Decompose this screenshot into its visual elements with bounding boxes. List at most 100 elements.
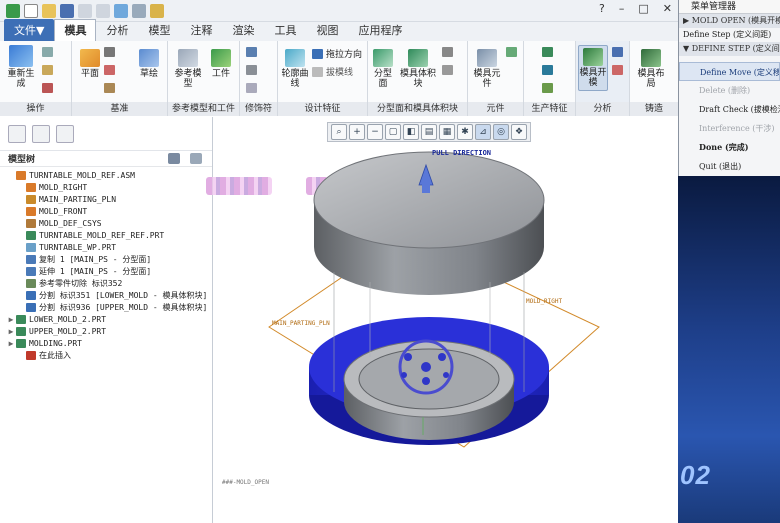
- scale-icon[interactable]: [246, 65, 257, 75]
- delete-icon[interactable]: [42, 83, 53, 93]
- tree-item[interactable]: TURNTABLE_MOLD_REF.ASM: [0, 169, 212, 181]
- axis-icon[interactable]: [104, 47, 115, 57]
- pull-direction-button[interactable]: 拖拉方向: [312, 47, 362, 60]
- tree-show-icon[interactable]: [190, 153, 202, 164]
- tree-item[interactable]: 延伸 1 [MAIN_PS - 分型面]: [0, 265, 212, 277]
- modifier-icon[interactable]: [246, 83, 257, 93]
- shrink-icon[interactable]: [246, 47, 257, 57]
- tree-expander-icon[interactable]: ▶: [6, 339, 16, 348]
- menu-define-step-header[interactable]: ▼ DEFINE STEP (定义间距): [679, 42, 780, 56]
- paste-icon[interactable]: [42, 65, 53, 75]
- tree-item[interactable]: TURNTABLE_WP.PRT: [0, 241, 212, 253]
- menu-define-step-command[interactable]: Define Step (定义间距): [679, 28, 780, 42]
- tree-item-icon: [26, 218, 36, 228]
- analysis-icon[interactable]: [612, 47, 623, 57]
- regenerate-button[interactable]: 重新生成: [6, 45, 36, 89]
- new-icon[interactable]: [24, 3, 38, 18]
- menu-mold-open[interactable]: ▶ MOLD OPEN (模具开模): [679, 14, 780, 28]
- split-icon[interactable]: [442, 47, 453, 57]
- tree-item-label: 参考零件切除 标识352: [39, 278, 123, 288]
- windows-icon[interactable]: [132, 3, 146, 18]
- tab-mold[interactable]: 模具: [54, 19, 97, 41]
- menu-item[interactable]: Define Move (定义移动): [679, 62, 780, 81]
- tree-item[interactable]: 在此插入: [0, 349, 212, 361]
- redo-icon[interactable]: [96, 3, 110, 18]
- tab-annotate[interactable]: 注释: [180, 19, 222, 41]
- parting-surface-button[interactable]: 分型面: [370, 49, 396, 89]
- mold-component-button[interactable]: 模具元件: [470, 49, 504, 89]
- runner-button[interactable]: 轮廓曲线: [280, 49, 310, 89]
- cooling-icon[interactable]: [542, 65, 553, 75]
- workpiece-button[interactable]: 工件: [206, 49, 236, 79]
- mold-layout-button[interactable]: 模具布局: [636, 49, 666, 89]
- tree-item-label: MOLD_RIGHT: [39, 182, 88, 192]
- group-label-modifiers: 修饰符: [240, 102, 277, 116]
- tab-tools[interactable]: 工具: [264, 19, 306, 41]
- menu-item[interactable]: Draft Check (拔模检测): [679, 100, 780, 119]
- waterline-icon[interactable]: [542, 83, 553, 93]
- tree-item[interactable]: MOLD_FRONT: [0, 205, 212, 217]
- tree-settings-icon[interactable]: [168, 153, 180, 164]
- menu-item[interactable]: Done (完成): [679, 138, 780, 157]
- tree-item[interactable]: TURNTABLE_MOLD_REF_REF.PRT: [0, 229, 212, 241]
- close-window-icon[interactable]: [150, 3, 164, 18]
- tree-item[interactable]: MOLD_DEF_CSYS: [0, 217, 212, 229]
- tree-item-label: 分割 标识351 [LOWER_MOLD - 模具体积块]: [39, 290, 208, 300]
- maximize-button[interactable]: □: [638, 2, 648, 15]
- tree-item-label: MAIN_PARTING_PLN: [39, 194, 117, 204]
- tab-view[interactable]: 视图: [306, 19, 348, 41]
- tab-file[interactable]: 文件▼: [4, 19, 55, 41]
- tree-item-label: MOLDING.PRT: [29, 338, 82, 348]
- tab-analysis[interactable]: 分析: [96, 19, 138, 41]
- model-tree-tab-icon[interactable]: [8, 124, 26, 143]
- tab-applications[interactable]: 应用程序: [348, 19, 412, 41]
- tree-item-icon: [26, 182, 36, 192]
- save-icon[interactable]: [60, 3, 74, 18]
- tree-item[interactable]: ▶ MOLDING.PRT: [0, 337, 212, 349]
- reference-model-button[interactable]: 参考模型: [172, 49, 204, 89]
- mold-volume-button[interactable]: 模具体积块: [398, 49, 438, 89]
- folder-browser-tab-icon[interactable]: [32, 124, 50, 143]
- csys-icon[interactable]: [104, 83, 115, 93]
- tree-item[interactable]: MAIN_PARTING_PLN: [0, 193, 212, 205]
- group-cast: 模具布局 铸造: [630, 41, 678, 116]
- tab-render[interactable]: 渲染: [222, 19, 264, 41]
- graphics-viewport[interactable]: ⌕ + − ▢ ◧ ▤ ▦ ✱ ⊿ ◎ ❖ PULL DIRECTION MOL…: [206, 117, 678, 523]
- plane-button[interactable]: 平面: [78, 49, 102, 79]
- minimize-button[interactable]: –: [619, 2, 625, 15]
- tree-item-icon: [26, 266, 36, 276]
- mold-volume-icon: [408, 49, 428, 67]
- point-icon[interactable]: [104, 65, 115, 75]
- tree-item-label: 分割 标识936 [UPPER_MOLD - 模具体积块]: [39, 302, 208, 312]
- model-tree: TURNTABLE_MOLD_REF.ASM MOLD_RIGHT MAIN_PAR…: [0, 167, 212, 361]
- tree-item[interactable]: 分割 标识351 [LOWER_MOLD - 模具体积块]: [0, 289, 212, 301]
- tree-item[interactable]: MOLD_RIGHT: [0, 181, 212, 193]
- ejector-icon[interactable]: [542, 47, 553, 57]
- tree-expander-icon[interactable]: ▶: [6, 327, 16, 336]
- edit-icon[interactable]: [442, 65, 453, 75]
- menu-item[interactable]: Quit (退出): [679, 157, 780, 176]
- tree-item[interactable]: 参考零件切除 标识352: [0, 277, 212, 289]
- tree-expander-icon[interactable]: ▶: [6, 315, 16, 324]
- tree-item[interactable]: 复制 1 [MAIN_PS - 分型面]: [0, 253, 212, 265]
- copy-icon[interactable]: [42, 47, 53, 57]
- tree-item[interactable]: ▶ LOWER_MOLD_2.PRT: [0, 313, 212, 325]
- tree-item[interactable]: ▶ UPPER_MOLD_2.PRT: [0, 325, 212, 337]
- favorites-tab-icon[interactable]: [56, 124, 74, 143]
- tree-item-label: 在此插入: [39, 350, 71, 360]
- regenerate-icon[interactable]: [114, 3, 128, 18]
- close-button[interactable]: ✕: [663, 2, 672, 15]
- tree-item[interactable]: 分割 标识936 [UPPER_MOLD - 模具体积块]: [0, 301, 212, 313]
- sketch-icon: [139, 49, 159, 67]
- check-icon[interactable]: [612, 65, 623, 75]
- draft-line-button[interactable]: 拔模线: [312, 65, 353, 78]
- component-small-icon[interactable]: [506, 47, 517, 57]
- undo-icon[interactable]: [78, 3, 92, 18]
- help-button[interactable]: ?: [599, 2, 605, 15]
- mold-open-button[interactable]: 模具开模: [578, 45, 608, 91]
- window-controls: ? – □ ✕: [599, 2, 672, 15]
- tab-model[interactable]: 模型: [138, 19, 180, 41]
- sketch-button[interactable]: 草绘: [134, 49, 164, 79]
- open-icon[interactable]: [42, 3, 56, 18]
- menu-manager: 菜单管理器 ▶ MOLD OPEN (模具开模) Define Step (定义…: [678, 0, 780, 176]
